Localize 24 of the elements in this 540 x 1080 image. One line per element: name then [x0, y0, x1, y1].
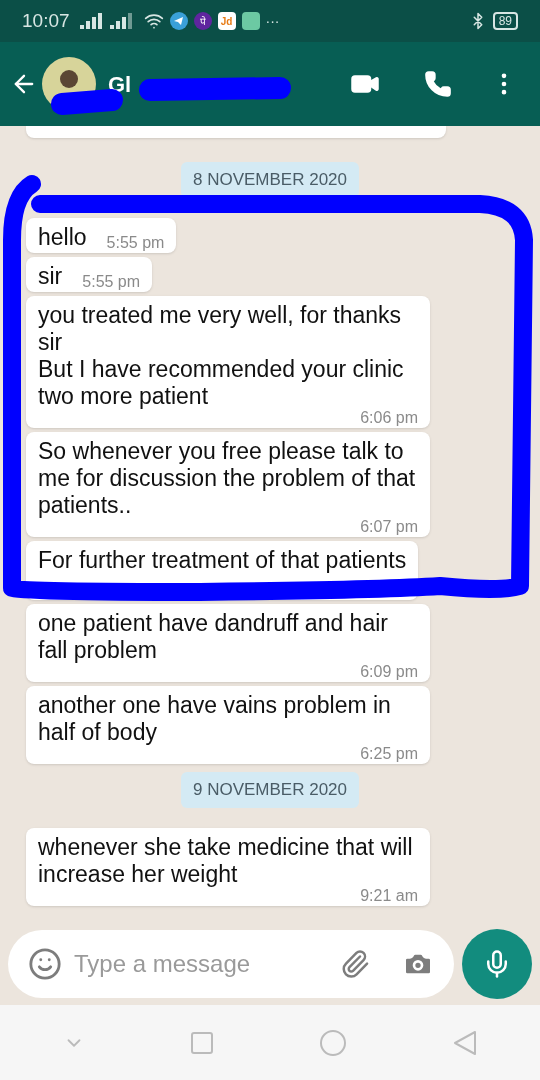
date-chip: 8 NOVEMBER 2020	[181, 162, 359, 198]
message-field[interactable]: Type a message	[74, 946, 328, 982]
message-time: 6:06 pm	[360, 410, 418, 426]
message-text: sir	[38, 263, 63, 290]
message-text: another one have vains problem in half of body	[38, 692, 392, 746]
app-icon: पे	[193, 12, 212, 30]
battery-indicator: 89	[492, 12, 518, 30]
date-chip: 9 NOVEMBER 2020	[181, 772, 359, 808]
message-time: 5:55 pm	[82, 274, 141, 290]
message-text: you treated me very well, for thanks sir But I have recommended your clinic two more patient	[38, 302, 405, 410]
more-notifications: ···	[265, 11, 280, 31]
message-text: whenever she take medicine that will increase her weight	[38, 834, 414, 888]
message-time: 5:55 pm	[106, 235, 165, 251]
app-icon: Jd	[217, 12, 236, 30]
message-text: For further treatment of that patients	[38, 547, 407, 574]
message-text: one patient have dandruff and hair fall problem	[38, 610, 389, 664]
message-time: 6:09 pm	[360, 664, 418, 680]
message-text: So whenever you free please talk to me for discussion the problem of that patients..	[38, 438, 417, 519]
message-time: 6:25 pm	[360, 746, 418, 762]
message-text: hello	[38, 224, 87, 251]
message-input[interactable]: Type a message	[8, 930, 454, 998]
message-time: 9:21 am	[360, 888, 418, 904]
message-time: 6:07 pm	[360, 519, 418, 535]
clock: 10:07	[22, 8, 70, 33]
